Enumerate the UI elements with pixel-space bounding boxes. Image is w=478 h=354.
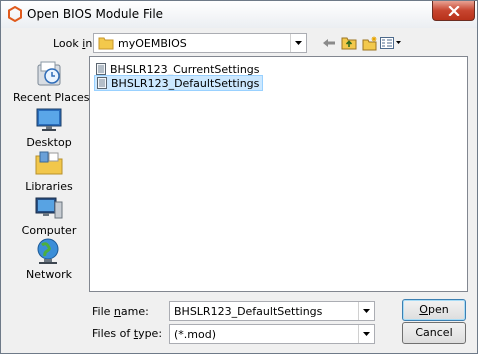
place-desktop[interactable]: Desktop [13,104,85,149]
file-list[interactable]: BHSLR123_CurrentSettings BHSLR123_Defaul… [89,56,468,292]
file-icon [96,63,106,75]
place-label: Network [26,268,72,281]
look-in-value: myOEMBIOS [118,37,187,50]
close-button[interactable] [432,1,475,21]
file-type-select[interactable]: (*.mod) [169,324,375,344]
place-label: Recent Places [13,91,90,104]
create-new-folder-button[interactable] [361,34,379,52]
title-bar[interactable]: Open BIOS Module File [1,1,477,28]
open-file-dialog: Open BIOS Module File Look in: myOEMBIOS [0,0,478,354]
file-name: BHSLR123_CurrentSettings [110,62,260,76]
libraries-icon [35,151,63,175]
close-icon [447,5,460,16]
views-menu-icon [380,37,401,49]
recent-places-icon [37,61,61,86]
back-button[interactable] [321,34,337,52]
list-item-selected[interactable]: BHSLR123_DefaultSettings [94,75,264,91]
up-folder-icon [341,37,357,50]
cancel-button[interactable]: Cancel [402,322,466,344]
file-name-value: BHSLR123_DefaultSettings [174,305,323,318]
place-libraries[interactable]: Libraries [13,148,85,193]
file-name-dropdown-button[interactable] [358,302,374,320]
open-button[interactable]: Open [402,299,466,321]
window-title: Open BIOS Module File [27,7,164,21]
look-in-dropdown-button[interactable] [290,34,306,52]
file-type-value: (*.mod) [174,328,217,341]
place-computer[interactable]: Computer [13,192,85,237]
file-name-combobox[interactable]: BHSLR123_DefaultSettings [169,301,375,321]
chevron-down-icon [363,309,370,313]
desktop-icon [36,108,62,131]
file-name: BHSLR123_DefaultSettings [111,76,260,90]
up-one-level-button[interactable] [340,34,358,52]
computer-icon [35,197,63,219]
look-in-label: Look in: [53,37,97,50]
places-bar: Recent Places Desktop Libraries Computer… [13,56,90,292]
back-arrow-icon [323,39,335,47]
file-type-label: Files of type: [92,327,163,340]
file-name-label: File name: [92,305,149,318]
folder-icon [98,37,114,50]
chevron-down-icon [363,332,370,336]
new-folder-icon [362,36,377,50]
place-network[interactable]: Network [13,236,85,281]
place-recent-places[interactable]: Recent Places [13,59,90,104]
view-menu-button[interactable] [380,34,402,52]
look-in-combobox[interactable]: myOEMBIOS [93,33,307,53]
chevron-down-icon [295,41,302,45]
file-icon [97,77,107,89]
app-logo-icon [8,6,22,22]
file-type-dropdown-button[interactable] [358,325,374,343]
network-icon [37,238,59,264]
